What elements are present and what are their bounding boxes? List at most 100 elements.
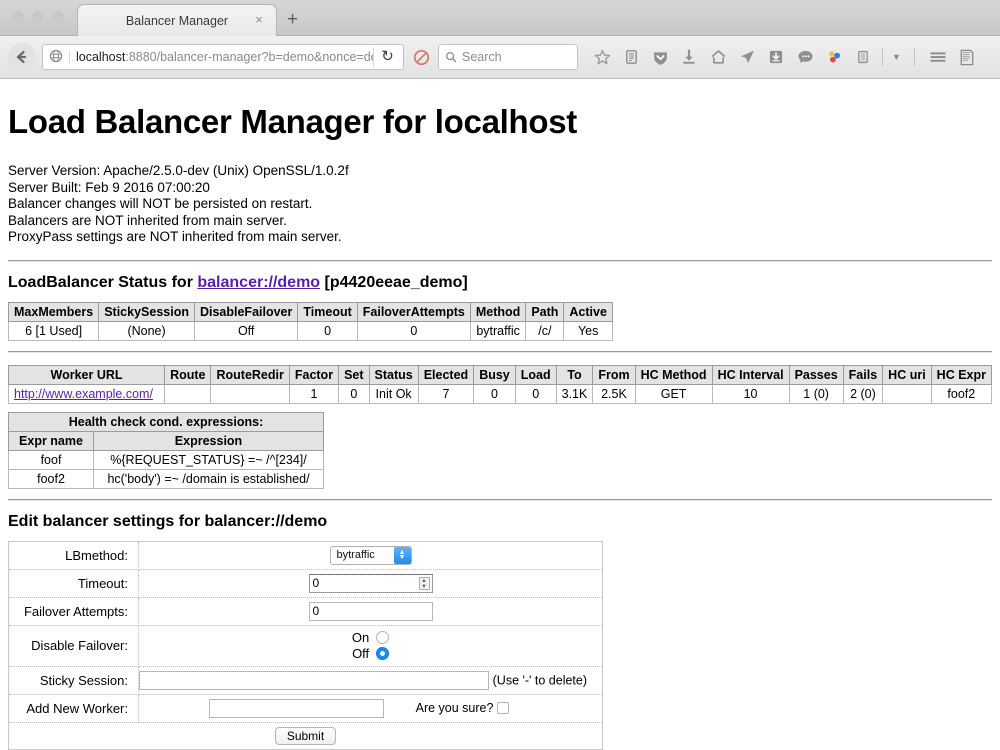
th-expression: Expression [94,431,324,450]
radio-on[interactable] [376,631,389,644]
th-routeredir: RouteRedir [211,365,289,384]
hc-caption-row: Health check cond. expressions: [9,412,324,431]
download-icon[interactable] [679,47,699,67]
clipboard-icon[interactable] [853,47,873,67]
edit-balancer-heading: Edit balancer settings for balancer://de… [8,513,992,531]
th-active: Active [564,302,613,321]
th-from: From [593,365,635,384]
reload-button[interactable]: ↻ [373,47,401,67]
th-failoverattempts: FailoverAttempts [357,302,470,321]
cell-expression: hc('body') =~ /domain is established/ [94,469,324,488]
th-hc-interval: HC Interval [712,365,789,384]
back-button[interactable] [8,43,36,71]
minimize-window-button[interactable] [32,11,44,23]
cell-failoverattempts: 0 [357,321,470,340]
lbmethod-select-wrapper: bytraffic ▲▼ [330,546,412,565]
cell-active: Yes [564,321,613,340]
server-info-block: Server Version: Apache/2.5.0-dev (Unix) … [8,163,992,246]
url-text[interactable]: localhost:8880/balancer-manager?b=demo&n… [69,50,373,64]
new-tab-button[interactable]: + [287,10,298,29]
form-row-add-worker: Add New Worker: Are you sure? [9,694,603,722]
label-lbmethod: LBmethod: [9,541,139,569]
label-disable-failover: Disable Failover: [9,625,139,666]
lbmethod-select[interactable]: bytraffic [330,546,412,565]
field-timeout-cell: ▲▼ [139,569,603,597]
form-row-submit: Submit [9,722,603,749]
cell-busy: 0 [474,384,516,403]
submit-cell: Submit [9,722,603,749]
cell-load: 0 [515,384,556,403]
hamburger-menu-icon[interactable] [928,47,948,67]
search-input[interactable]: Search [438,44,578,70]
field-failover-cell [139,597,603,625]
cell-maxmembers: 6 [1 Used] [9,321,99,340]
add-new-worker-input[interactable] [209,699,384,718]
form-row-lbmethod: LBmethod: bytraffic ▲▼ [9,541,603,569]
close-tab-icon[interactable]: × [252,13,266,27]
toolbar-divider-2 [914,48,915,66]
tab-strip: Balancer Manager × + [0,0,1000,36]
cell-fails: 2 (0) [843,384,883,403]
th-fails: Fails [843,365,883,384]
label-timeout: Timeout: [9,569,139,597]
star-icon[interactable] [592,47,612,67]
reader-list-icon[interactable] [621,47,641,67]
tab-balancer-manager[interactable]: Balancer Manager × [77,4,277,36]
health-check-expressions-table: Health check cond. expressions: Expr nam… [8,412,324,489]
url-bar[interactable]: localhost:8880/balancer-manager?b=demo&n… [42,44,404,70]
send-tab-icon[interactable] [737,47,757,67]
hc-header-row: Expr name Expression [9,431,324,450]
chevron-down-icon[interactable]: ▼ [892,52,901,62]
form-row-timeout: Timeout: ▲▼ [9,569,603,597]
th-factor: Factor [289,365,338,384]
radio-label-off: Off [352,646,369,661]
balancer-status-table: MaxMembers StickySession DisableFailover… [8,302,613,341]
window-traffic-lights [12,11,64,23]
disable-failover-radio-group: On Off [352,630,389,662]
sticky-session-hint: (Use '-' to delete) [493,673,587,687]
radio-line-off: Off [352,646,389,662]
th-hc-method: HC Method [635,365,712,384]
save-page-icon[interactable] [766,47,786,67]
page-source-icon[interactable] [957,47,977,67]
cell-hc-expr: foof2 [931,384,991,403]
sync-colors-icon[interactable] [824,47,844,67]
cell-expr-name: foof2 [9,469,94,488]
navigation-toolbar: localhost:8880/balancer-manager?b=demo&n… [0,36,1000,79]
worker-table: Worker URL Route RouteRedir Factor Set S… [8,365,992,404]
balancers-inherit-line: Balancers are NOT inherited from main se… [8,213,992,230]
th-expr-name: Expr name [9,431,94,450]
cell-stickysession: (None) [99,321,195,340]
hc-table-caption: Health check cond. expressions: [9,412,324,431]
cell-passes: 1 (0) [789,384,843,403]
are-you-sure-checkbox[interactable] [497,702,509,714]
sticky-session-input[interactable] [139,671,489,690]
th-stickysession: StickySession [99,302,195,321]
timeout-input[interactable] [309,574,433,593]
content-blocked-icon[interactable] [410,49,432,66]
worker-url-link[interactable]: http://www.example.com/ [14,387,153,401]
server-version-line: Server Version: Apache/2.5.0-dev (Unix) … [8,163,992,180]
url-host: localhost [76,50,125,64]
home-icon[interactable] [708,47,728,67]
label-sticky-session: Sticky Session: [9,666,139,694]
failover-attempts-input[interactable] [309,602,433,621]
maximize-window-button[interactable] [52,11,64,23]
th-path: Path [526,302,564,321]
divider-1 [8,260,992,262]
form-row-failover-attempts: Failover Attempts: [9,597,603,625]
persist-note-line: Balancer changes will NOT be persisted o… [8,196,992,213]
cell-routeredir [211,384,289,403]
radio-off[interactable] [376,647,389,660]
chat-icon[interactable] [795,47,815,67]
submit-button[interactable]: Submit [275,727,336,745]
label-add-new-worker: Add New Worker: [9,694,139,722]
field-disable-failover-cell: On Off [139,625,603,666]
pocket-shield-icon[interactable] [650,47,670,67]
close-window-button[interactable] [12,11,24,23]
cell-expr-name: foof [9,450,94,469]
cell-from: 2.5K [593,384,635,403]
table-row: foof %{REQUEST_STATUS} =~ /^[234]/ [9,450,324,469]
balancer-link[interactable]: balancer://demo [197,274,320,291]
th-busy: Busy [474,365,516,384]
